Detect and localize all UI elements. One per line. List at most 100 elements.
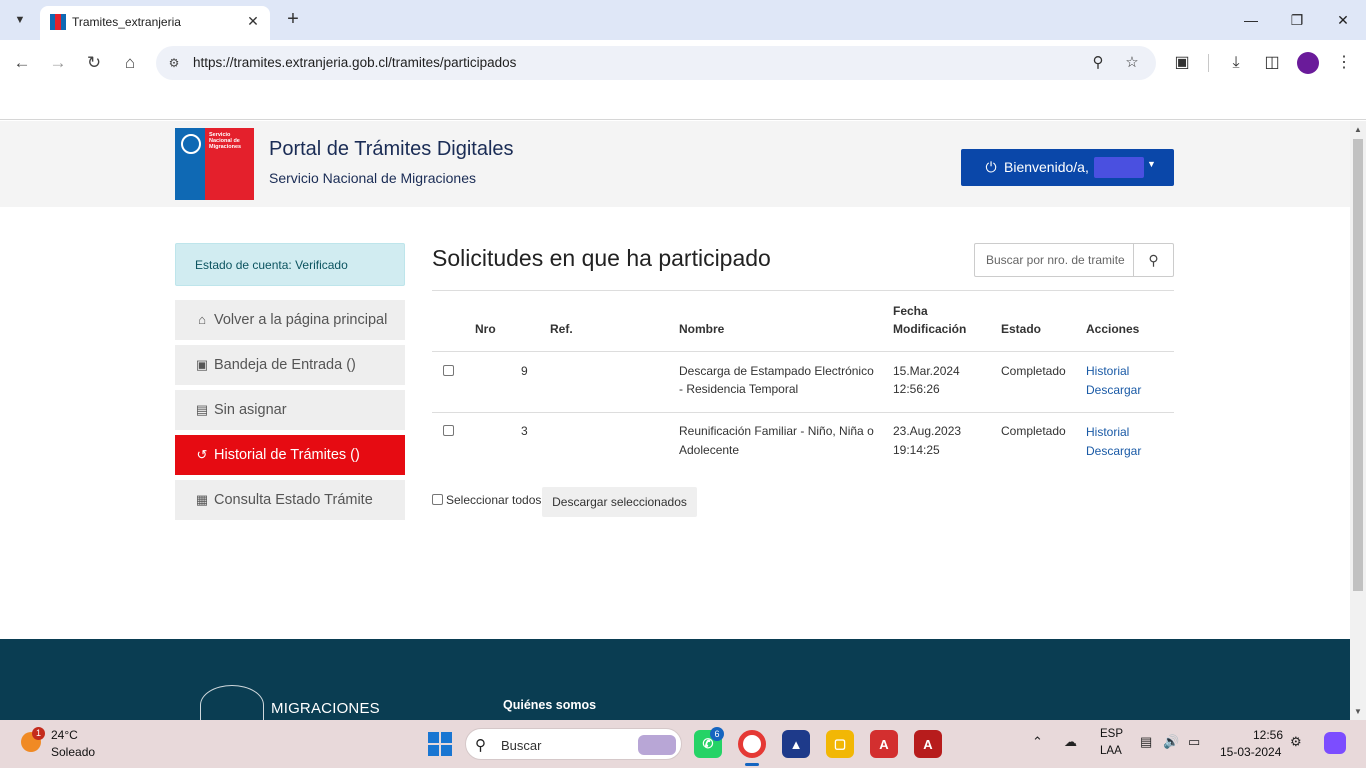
restore-icon[interactable]: ❐ [1282,8,1312,32]
footer-brand: MIGRACIONES [271,700,380,717]
table-divider [432,412,1174,413]
weather-temperature[interactable]: 24°C [51,728,78,742]
sidebar-item-label: Volver a la página principal [214,312,388,328]
network-icon[interactable]: ▤ [1140,734,1152,750]
window-close-icon[interactable]: ✕ [1328,8,1358,32]
bookmark-star-icon[interactable]: ☆ [1122,53,1142,73]
column-header-nro[interactable]: Nro [475,321,496,338]
start-button[interactable] [428,732,452,756]
select-all-label[interactable]: Seleccionar todos [446,493,541,507]
address-bar[interactable]: ⚙ https://tramites.extranjeria.gob.cl/tr… [156,46,1156,80]
back-icon[interactable]: ← [10,51,34,75]
new-tab-icon[interactable]: + [282,8,304,30]
acrobat-reader-icon[interactable]: A [870,730,898,758]
footer-link-quienes-somos[interactable]: Quiénes somos [503,698,596,712]
descargar-link[interactable]: Descargar [1086,381,1141,400]
cell-fecha: 15.Mar.2024 [893,364,960,378]
sidebar-item-unassigned[interactable]: ▤ Sin asignar [175,390,405,430]
favicon-icon [50,14,66,30]
search-icon: ⚲ [1148,252,1159,268]
sidebar-item-home[interactable]: ⌂ Volver a la página principal [175,300,405,340]
cell-nombre: Descarga de Estampado Electrónico [679,364,874,378]
copilot-icon[interactable] [1324,732,1346,754]
home-icon: ⌂ [198,312,206,327]
table-divider [432,351,1174,352]
page-scrollbar[interactable]: ▲ ▼ [1350,121,1366,720]
vpn-app-icon[interactable]: ▲ [782,730,810,758]
language-indicator[interactable]: ESP [1100,728,1123,740]
scroll-down-icon[interactable]: ▼ [1354,707,1362,716]
scroll-up-icon[interactable]: ▲ [1354,125,1362,134]
cell-hora: 19:14:25 [893,443,940,457]
downloads-icon[interactable]: ⤓ [1224,51,1248,75]
power-icon: ⏻ [985,159,997,175]
sidebar-item-label: Consulta Estado Trámite [214,492,373,508]
cell-hora: 12:56:26 [893,382,940,396]
column-header-acciones: Acciones [1086,322,1140,336]
minimize-icon[interactable]: — [1236,8,1266,32]
document-icon: ▦ [195,492,209,507]
column-header-ref[interactable]: Ref. [550,321,573,338]
menu-kebab-icon[interactable]: ⋮ [1332,51,1356,75]
account-status-text: Estado de cuenta: Verificado [195,258,348,272]
site-info-icon[interactable]: ⚙ [166,55,182,71]
cell-nombre-cont: Adolecente [679,443,740,457]
select-all-checkbox[interactable] [432,494,443,505]
user-menu-button[interactable]: ⏻ Bienvenido/a, ▼ [961,149,1174,186]
file-explorer-icon[interactable]: ▢ [826,730,854,758]
descargar-link[interactable]: Descargar [1086,442,1141,461]
search-icon: ⚲ [475,737,486,754]
tab-search-chevron-icon[interactable]: ▼ [8,8,32,32]
sidebar-item-label: Historial de Trámites () [214,447,360,463]
historial-link[interactable]: Historial [1086,362,1129,381]
sidebar-item-status-query[interactable]: ▦ Consulta Estado Trámite [175,480,405,520]
taskbar-search[interactable]: ⚲ Buscar [465,728,682,760]
acrobat-icon[interactable]: A [914,730,942,758]
search-input[interactable] [975,244,1133,276]
home-icon[interactable]: ⌂ [118,51,142,75]
search-highlight-image [638,735,676,755]
inbox-icon: ▣ [195,357,209,372]
reload-icon[interactable]: ↻ [82,51,106,75]
taskbar-search-text: Buscar [501,738,542,753]
side-panel-icon[interactable]: ◫ [1260,51,1284,75]
column-header-fecha[interactable]: Fecha [893,303,928,320]
weather-description[interactable]: Soleado [51,745,95,759]
active-app-indicator [745,763,759,766]
column-header-nombre[interactable]: Nombre [679,321,724,338]
clock-time[interactable]: 12:56 [1253,728,1283,742]
chrome-icon[interactable] [738,730,766,758]
clock-date[interactable]: 15-03-2024 [1220,745,1281,759]
tab-close-icon[interactable]: ✕ [244,12,262,30]
scroll-thumb[interactable] [1353,139,1363,591]
row-checkbox[interactable] [443,365,454,376]
battery-icon[interactable]: ▭ [1188,734,1200,750]
search-box: ⚲ [974,243,1174,277]
column-header-estado[interactable]: Estado [1001,321,1041,338]
profile-avatar[interactable] [1297,52,1319,74]
historial-link[interactable]: Historial [1086,423,1129,442]
search-button[interactable]: ⚲ [1133,244,1173,276]
forward-icon[interactable]: → [46,51,70,75]
notification-icon[interactable]: ⚙ [1290,734,1302,750]
keyboard-layout-indicator[interactable]: LAA [1100,745,1122,757]
account-status-alert: Estado de cuenta: Verificado [175,243,405,286]
sidebar-item-history[interactable]: ↺ Historial de Trámites () [175,435,405,475]
column-header-modificacion[interactable]: Modificación [893,321,966,338]
row-checkbox[interactable] [443,425,454,436]
tab-title: Tramites_extranjeria [72,15,181,29]
browser-toolbar: ← → ↻ ⌂ ⚙ https://tramites.extranjeria.g… [0,40,1366,86]
government-logo[interactable]: Servicio Nacional de Migraciones [175,128,254,200]
extensions-icon[interactable]: ▣ [1170,51,1194,75]
cell-nombre: Reunificación Familiar - Niño, Niña o [679,424,874,438]
zoom-icon[interactable]: ⚲ [1088,53,1108,73]
browser-tab-strip: ▼ Tramites_extranjeria ✕ + — ❐ ✕ [0,0,1366,40]
tray-overflow-icon[interactable]: ⌃ [1032,734,1043,750]
onedrive-icon[interactable]: ☁ [1064,734,1077,750]
sidebar-item-inbox[interactable]: ▣ Bandeja de Entrada () [175,345,405,385]
portal-subtitle: Servicio Nacional de Migraciones [269,170,476,186]
browser-tab[interactable]: Tramites_extranjeria ✕ [40,6,270,40]
download-selected-button[interactable]: Descargar seleccionados [542,487,697,517]
volume-icon[interactable]: 🔊 [1163,734,1179,750]
url-text[interactable]: https://tramites.extranjeria.gob.cl/tram… [193,55,516,70]
